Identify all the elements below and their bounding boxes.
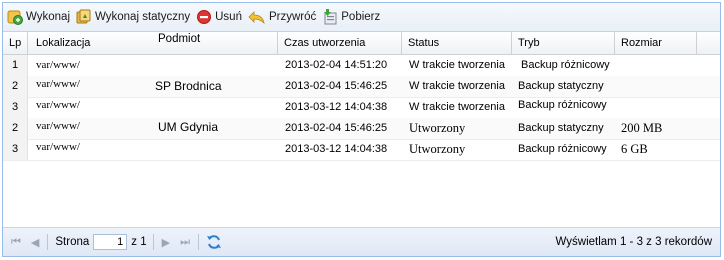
- execute-icon: [7, 10, 23, 25]
- cell-status: W trakcie tworzenia: [409, 59, 505, 71]
- cell-created: 2013-03-12 14:04:38: [285, 101, 388, 113]
- page-number-input[interactable]: [93, 234, 128, 250]
- cell-location: var/www/: [36, 120, 80, 132]
- restore-label: Przywróć: [268, 11, 317, 23]
- cell-mode: Backup statyczny: [518, 80, 604, 92]
- undo-arrow-icon: [248, 11, 265, 25]
- next-page-icon[interactable]: ▶: [162, 236, 170, 249]
- cell-created: 2013-02-04 15:46:25: [285, 122, 388, 134]
- restore-button[interactable]: Przywróć: [248, 9, 316, 25]
- backup-grid-panel: Wykonaj Wykonaj statyczny Usuń Przywróć: [2, 2, 721, 257]
- cell-entity: SP Brodnica: [155, 79, 222, 93]
- pager-separator: [152, 234, 154, 250]
- cell-created: 2013-02-04 15:46:25: [285, 80, 388, 92]
- execute-label: Wykonaj: [26, 11, 70, 23]
- last-page-icon[interactable]: ⏭: [180, 236, 190, 249]
- cell-size: 6 GB: [621, 142, 648, 156]
- cell-lp: 3: [3, 97, 28, 118]
- cell-created: 2013-02-04 14:51:20: [285, 59, 388, 71]
- cell-lp: 2: [3, 76, 28, 97]
- paging-toolbar: ⏮ ◀ Strona z 1 ▶ ⏭ Wyświetlam 1 - 3 z 3 …: [3, 227, 720, 256]
- execute-static-label: Wykonaj statyczny: [95, 11, 191, 23]
- table-row[interactable]: 3 var/www/ 2013-03-12 14:04:38 Utworzony…: [3, 139, 720, 161]
- download-icon: [324, 9, 337, 25]
- column-header-lp[interactable]: Lp: [3, 32, 28, 54]
- pager-separator: [47, 234, 49, 250]
- download-label: Pobierz: [341, 11, 381, 23]
- cell-status: Utworzony: [409, 142, 466, 156]
- table-row[interactable]: 2 var/www/ SP Brodnica 2013-02-04 15:46:…: [3, 76, 720, 98]
- previous-page-icon[interactable]: ◀: [31, 236, 39, 249]
- display-info: Wyświetlam 1 - 3 z 3 rekordów: [555, 236, 712, 248]
- column-header-entity[interactable]: Podmiot: [28, 28, 278, 50]
- grid-header: Lp Lokalizacja Podmiot Czas utworzenia S…: [3, 32, 720, 55]
- page-label: Strona: [55, 236, 90, 248]
- cell-lp: 3: [3, 139, 28, 160]
- execute-static-button[interactable]: Wykonaj statyczny: [76, 9, 190, 25]
- delete-icon: [197, 10, 212, 24]
- table-row[interactable]: 3 var/www/ 2013-03-12 14:04:38 W trakcie…: [3, 97, 720, 119]
- column-header-mode[interactable]: Tryb: [512, 32, 615, 54]
- cell-created: 2013-03-12 14:04:38: [285, 143, 388, 155]
- cell-lp: 2: [3, 118, 28, 139]
- execute-button[interactable]: Wykonaj: [7, 9, 70, 25]
- first-page-icon[interactable]: ⏮: [11, 236, 21, 249]
- execute-static-icon: [76, 9, 91, 24]
- cell-location: var/www/: [36, 78, 80, 90]
- cell-location: var/www/: [36, 99, 80, 111]
- cell-status: W trakcie tworzenia: [409, 80, 505, 92]
- column-header-created[interactable]: Czas utworzenia: [278, 32, 402, 54]
- table-row[interactable]: 2 var/www/ UM Gdynia 2013-02-04 15:46:25…: [3, 118, 720, 140]
- cell-lp: 1: [3, 55, 28, 76]
- download-button[interactable]: Pobierz: [322, 9, 380, 25]
- cell-entity: UM Gdynia: [158, 120, 219, 134]
- cell-mode: Backup różnicowy: [518, 143, 607, 155]
- column-header-status[interactable]: Status: [402, 32, 512, 54]
- column-header-size[interactable]: Rozmiar: [615, 32, 697, 54]
- table-row[interactable]: 1 var/www/ 2013-02-04 14:51:20 W trakcie…: [3, 55, 720, 77]
- delete-button[interactable]: Usuń: [196, 9, 242, 25]
- cell-status: W trakcie tworzenia: [409, 101, 505, 113]
- page-count-label: z 1: [131, 236, 147, 248]
- cell-status: Utworzony: [409, 121, 466, 135]
- cell-size: 200 MB: [621, 121, 663, 135]
- delete-label: Usuń: [215, 11, 242, 23]
- cell-mode: Backup różnicowy: [521, 59, 610, 71]
- cell-mode: Backup różnicowy: [518, 99, 607, 111]
- cell-location: var/www/: [36, 59, 80, 71]
- pager-separator: [197, 234, 199, 250]
- refresh-icon[interactable]: [206, 234, 222, 250]
- cell-mode: Backup statyczny: [518, 122, 604, 134]
- cell-location: var/www/: [36, 141, 80, 153]
